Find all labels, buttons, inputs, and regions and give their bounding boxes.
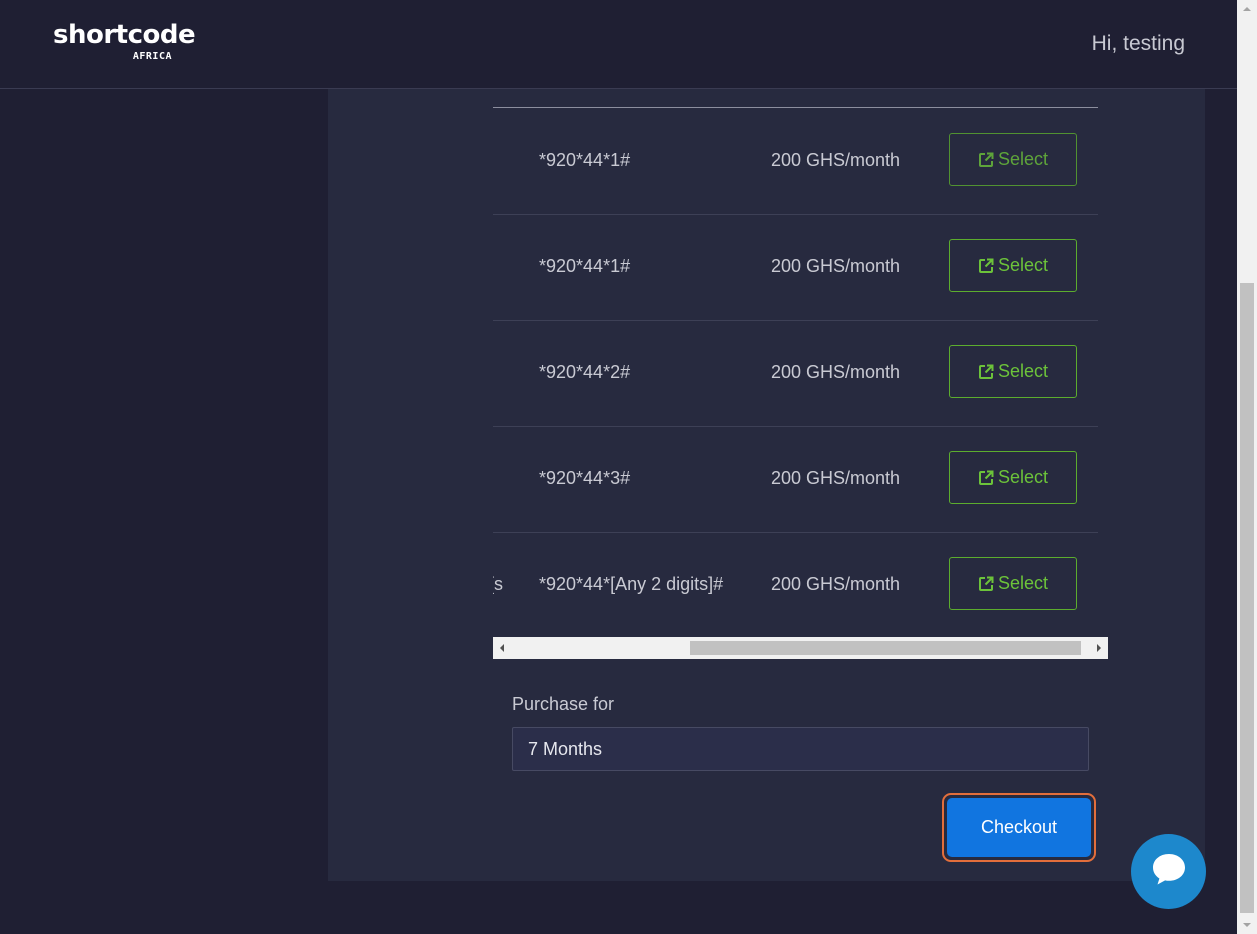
table-row: s] *920*44*[Any 2 digits]# 200 GHS/month… (493, 532, 1098, 637)
vertical-scroll-thumb[interactable] (1240, 283, 1254, 913)
external-link-icon (978, 152, 994, 168)
external-link-icon (978, 576, 994, 592)
row-price: 200 GHS/month (771, 574, 901, 594)
row-price: 200 GHS/month (771, 362, 901, 382)
scroll-down-arrow-icon[interactable] (1237, 916, 1257, 934)
external-link-icon (978, 258, 994, 274)
table-horizontal-scrollbar[interactable] (493, 637, 1108, 659)
external-link-icon (978, 470, 994, 486)
row-price: 200 GHS/month (771, 468, 901, 488)
select-button-label: Select (997, 467, 1049, 487)
top-header: shortcode AFRICA Hi, testing (0, 0, 1237, 89)
external-link-icon (978, 364, 994, 380)
table-row: *920*44*1# 200 GHS/month Select (493, 214, 1098, 321)
chat-widget-button[interactable] (1131, 834, 1206, 909)
scroll-left-arrow-icon[interactable] (493, 637, 511, 659)
select-button[interactable]: Select (949, 345, 1077, 398)
select-button-label: Select (997, 361, 1049, 381)
row-shortcode: *920*44*2# (539, 362, 631, 382)
scroll-right-arrow-icon[interactable] (1090, 637, 1108, 659)
page-vertical-scrollbar[interactable] (1237, 0, 1257, 934)
chat-bubble-icon (1150, 851, 1188, 892)
row-label-fragment: s] (493, 574, 503, 594)
purchase-for-label: Purchase for (512, 694, 615, 714)
logo-wordmark: shortcode (53, 20, 196, 50)
select-button-label: Select (997, 573, 1049, 593)
horizontal-scroll-thumb[interactable] (690, 641, 1081, 655)
shortcode-table: *920*44*1# 200 GHS/month Select *920*44*… (493, 89, 1098, 637)
logo-subtitle: AFRICA (132, 51, 172, 62)
table-row: *920*44*2# 200 GHS/month Select (493, 320, 1098, 427)
select-button[interactable]: Select (949, 557, 1077, 610)
row-price: 200 GHS/month (771, 150, 901, 170)
row-shortcode: *920*44*[Any 2 digits]# (539, 574, 724, 594)
shortcode-africa-logo[interactable]: shortcode AFRICA (53, 20, 196, 64)
select-button[interactable]: Select (949, 451, 1077, 504)
select-button[interactable]: Select (949, 133, 1077, 186)
table-row: *920*44*1# 200 GHS/month Select (493, 108, 1098, 215)
select-button-label: Select (997, 255, 1049, 275)
select-button-label: Select (997, 149, 1049, 169)
scroll-up-arrow-icon[interactable] (1237, 0, 1257, 18)
table-row: *920*44*3# 200 GHS/month Select (493, 426, 1098, 533)
user-greeting[interactable]: Hi, testing (1092, 32, 1185, 56)
row-shortcode: *920*44*1# (539, 256, 631, 276)
row-shortcode: *920*44*3# (539, 468, 631, 488)
select-button[interactable]: Select (949, 239, 1077, 292)
checkout-button[interactable]: Checkout (947, 798, 1091, 857)
purchase-duration-select[interactable]: 7 Months (512, 727, 1089, 771)
row-shortcode: *920*44*1# (539, 150, 631, 170)
shortcode-selection-panel: *920*44*1# 200 GHS/month Select *920*44*… (328, 89, 1205, 881)
row-price: 200 GHS/month (771, 256, 901, 276)
